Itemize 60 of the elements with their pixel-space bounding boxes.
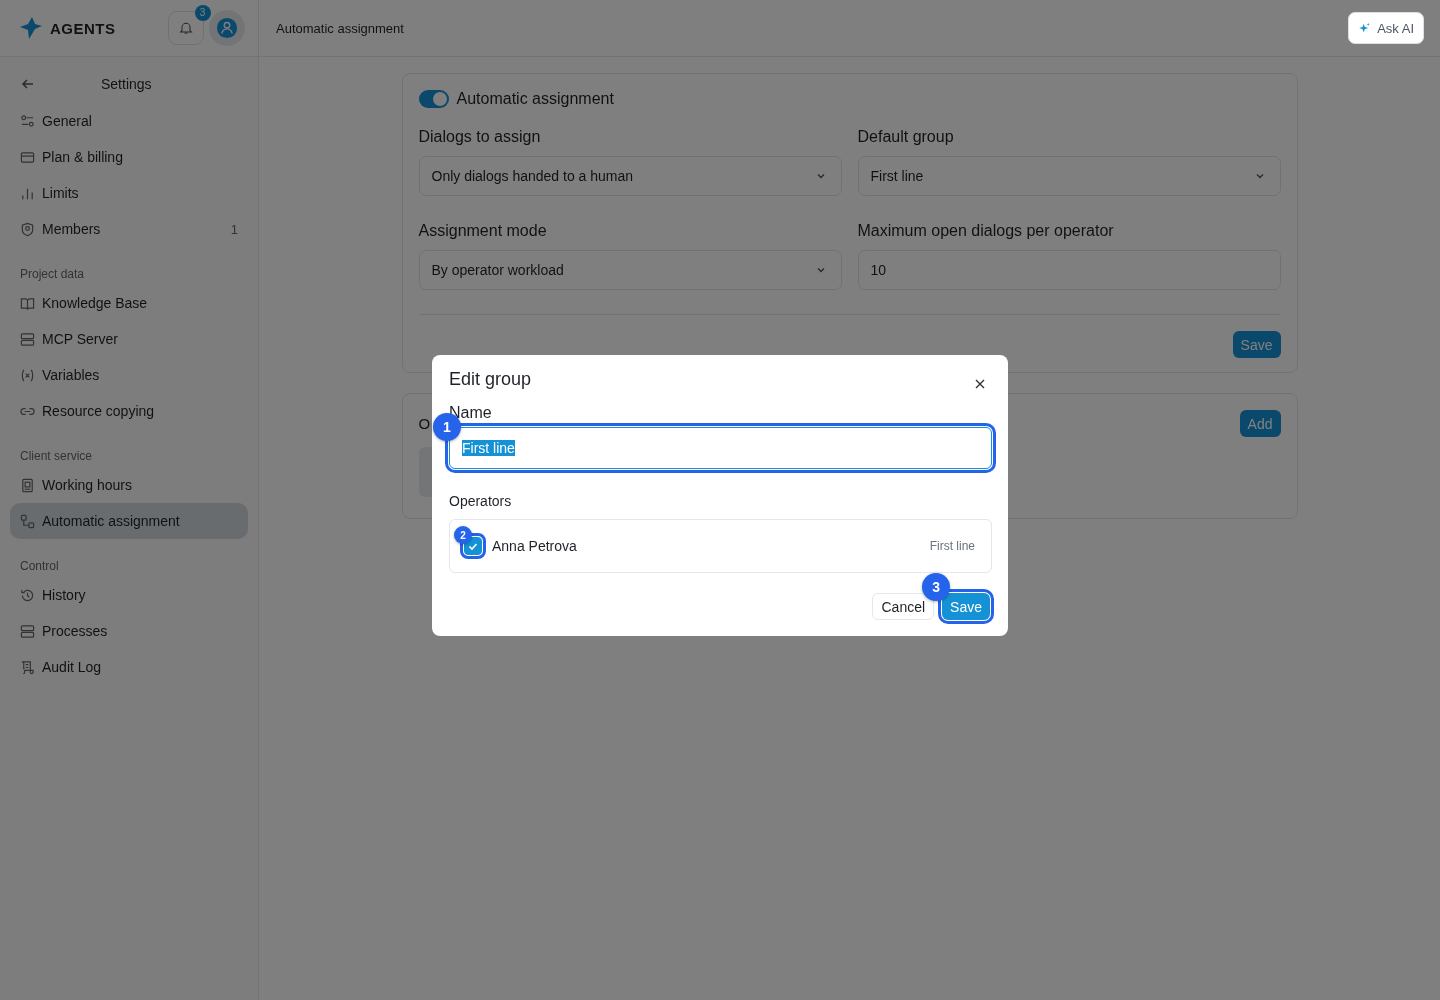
sparkle-icon	[1358, 21, 1372, 35]
brand-name: AGENTS	[50, 19, 116, 37]
sidebar-item[interactable]: History	[10, 577, 248, 613]
section-heading: Control	[19, 558, 60, 575]
operator-group: First line	[929, 539, 975, 553]
card-title: O	[418, 415, 431, 432]
field-label: Maximum open dialogs per operator	[857, 222, 1115, 240]
sidebar-item[interactable]: Automatic assignment	[10, 503, 248, 539]
item-count: 1	[230, 221, 238, 237]
flow-icon	[20, 513, 35, 529]
input-field[interactable]: 10	[857, 250, 1281, 290]
history-icon	[20, 587, 35, 603]
dialog-title: Edit group	[449, 369, 532, 390]
scroll-icon	[20, 659, 35, 675]
field-label: Assignment mode	[418, 222, 548, 240]
bell-icon	[177, 20, 194, 36]
sidebar-item[interactable]: Processes	[10, 613, 248, 649]
avatar-button[interactable]	[208, 10, 245, 46]
field-label: Default group	[857, 128, 955, 146]
field-label: Dialogs to assign	[418, 128, 542, 146]
section-heading: Client service	[19, 448, 94, 465]
select-field[interactable]: Only dialogs handed to a human	[418, 156, 842, 196]
sidebar-item[interactable]: Variables	[10, 357, 248, 393]
sidebar-item[interactable]: Resource copying	[10, 393, 248, 429]
sidebar-item[interactable]: General	[10, 103, 248, 139]
sidebar-item[interactable]: MCP Server	[10, 321, 248, 357]
sliders-icon	[20, 113, 35, 129]
user-icon	[215, 17, 238, 39]
sidebar-item[interactable]: Working hours	[10, 467, 248, 503]
sidebar-item[interactable]: Limits	[10, 175, 248, 211]
card-icon	[20, 149, 35, 165]
save-button[interactable]: Save	[1232, 331, 1281, 358]
sidebar-item[interactable]: Plan & billing	[10, 139, 248, 175]
section-heading: Project data	[19, 266, 86, 283]
server-icon	[20, 623, 35, 639]
operators-label: Operators	[449, 493, 513, 509]
logo-icon	[19, 16, 43, 40]
ask-ai-button[interactable]: Ask AI	[1348, 12, 1424, 44]
step-marker: 2	[454, 526, 472, 544]
var-icon	[20, 367, 35, 383]
add-button[interactable]: Add	[1239, 410, 1281, 437]
sidebar-item[interactable]: Audit Log	[10, 649, 248, 685]
badge-icon	[20, 477, 35, 493]
operator-row[interactable]: 2 Anna Petrova First line	[450, 520, 991, 572]
book-icon	[20, 295, 35, 311]
notification-badge: 3	[194, 5, 211, 21]
select-field[interactable]: First line	[857, 156, 1281, 196]
toggle-label: Automatic assignment	[456, 90, 614, 108]
sidebar-title: Settings	[101, 76, 152, 92]
sidebar-item[interactable]: Knowledge Base	[10, 285, 248, 321]
step-badge: 3	[922, 573, 951, 601]
toggle-switch[interactable]	[418, 90, 449, 108]
close-icon[interactable]	[974, 377, 986, 390]
cancel-button[interactable]: Cancel	[872, 593, 935, 620]
select-field[interactable]: By operator workload	[418, 250, 842, 290]
shield-icon	[20, 221, 35, 237]
breadcrumb: Automatic assignment	[276, 20, 404, 36]
operator-name: Anna Petrova	[492, 538, 578, 554]
server-icon	[20, 331, 35, 347]
sidebar-item[interactable]: Members 1	[10, 211, 248, 247]
